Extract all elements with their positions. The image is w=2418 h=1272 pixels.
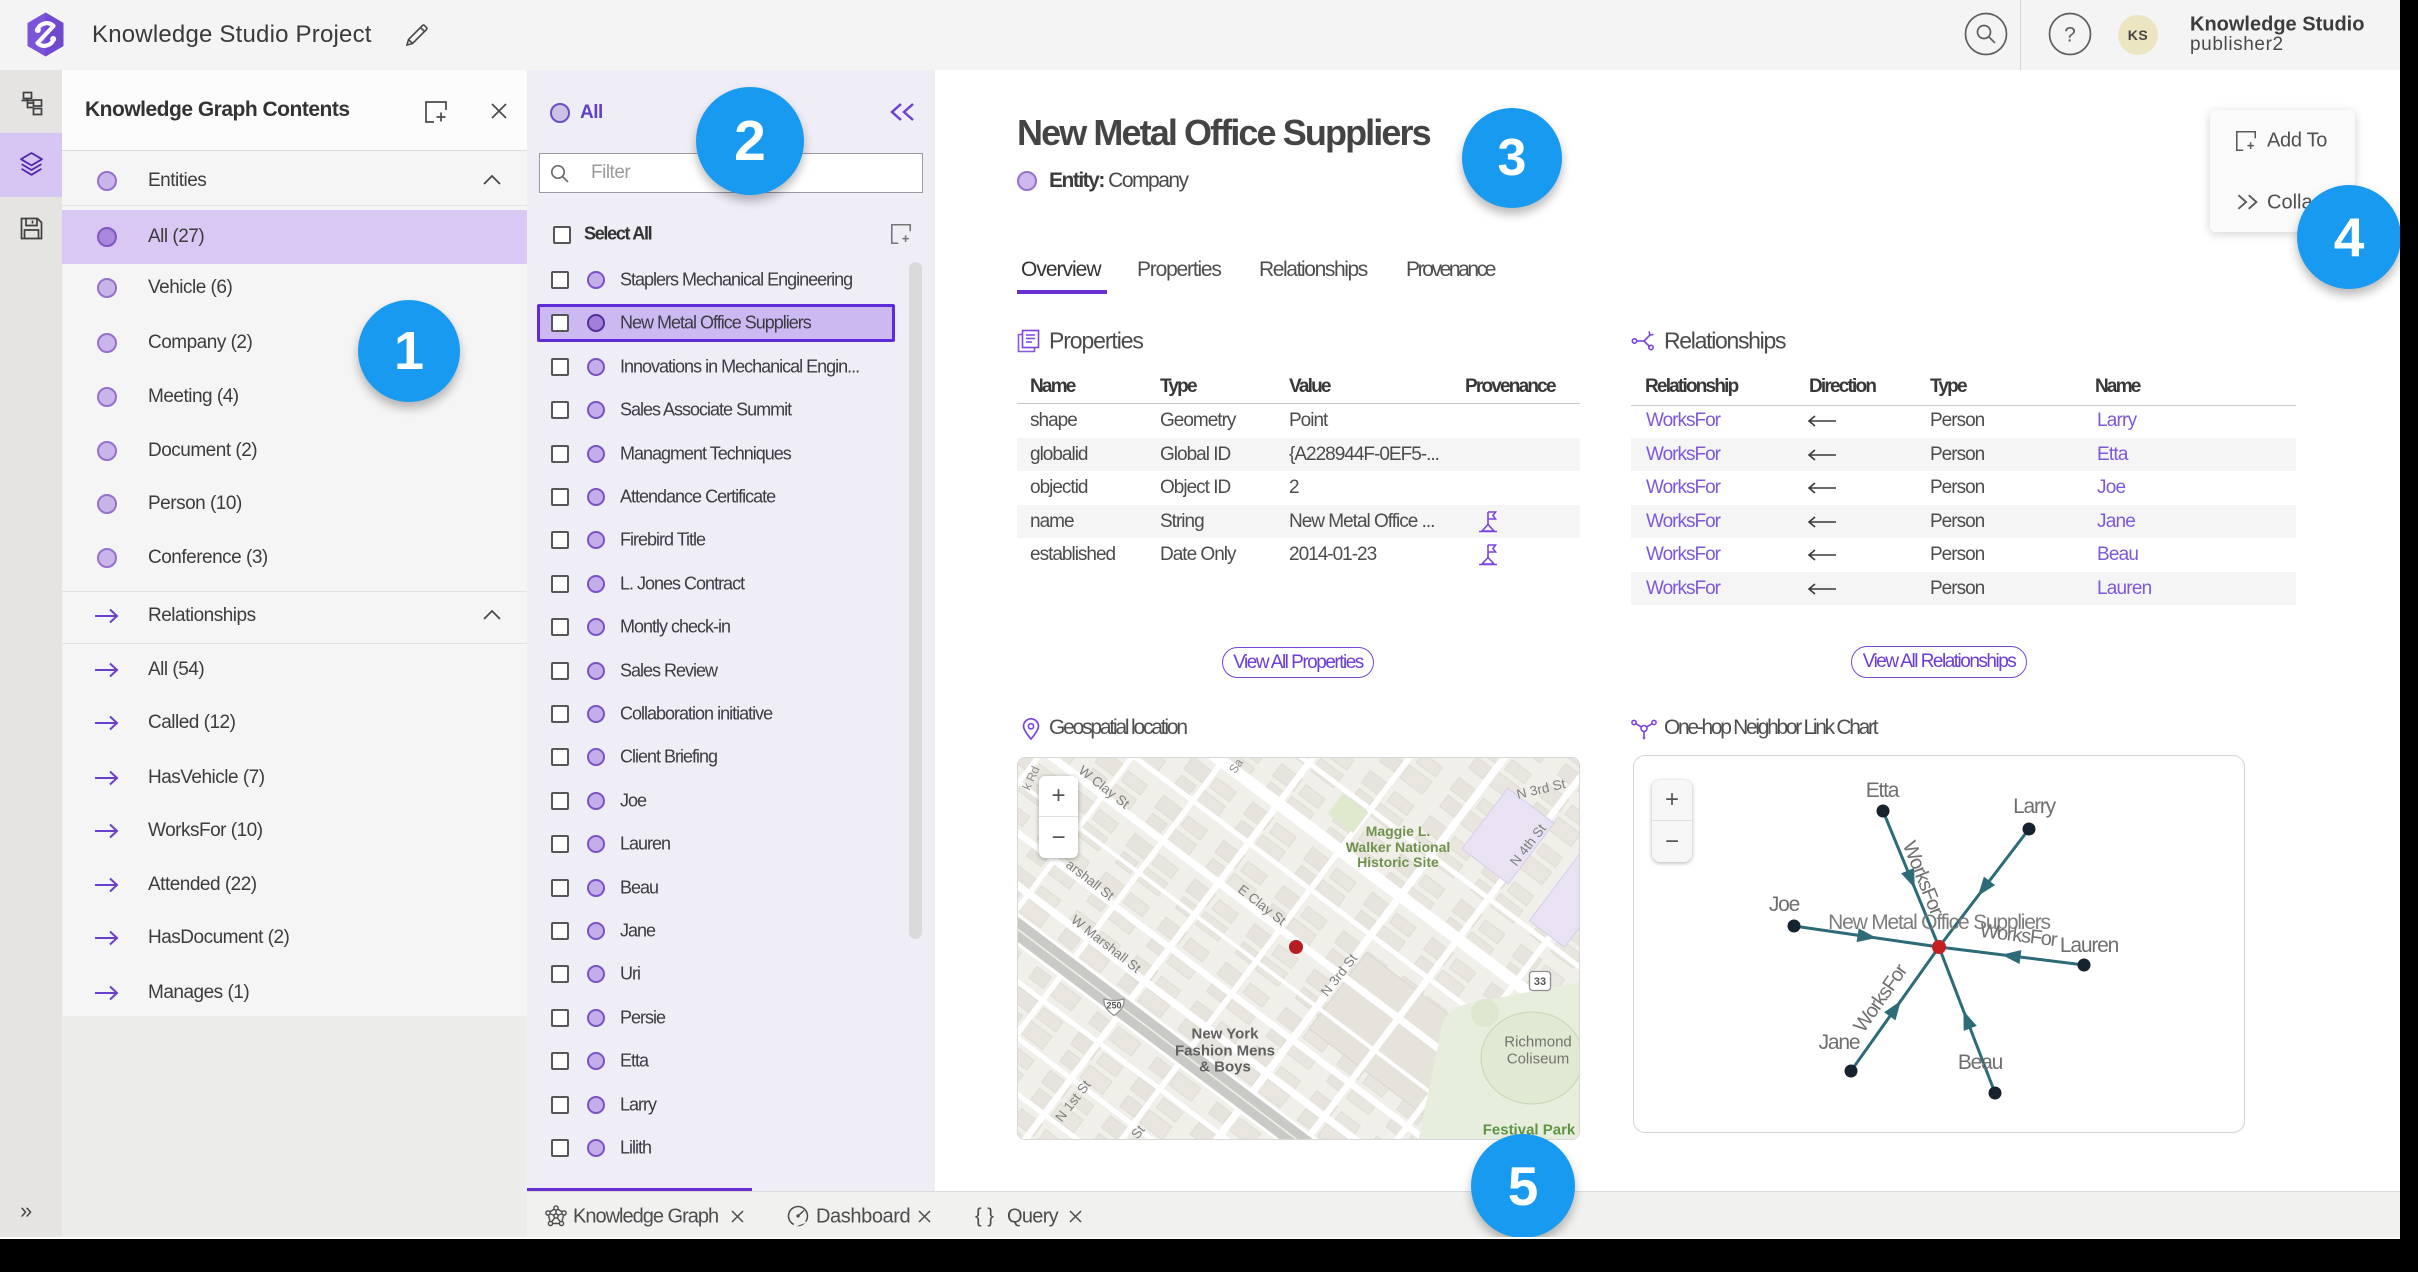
svg-text:250: 250 <box>1106 1001 1121 1011</box>
svg-text:33: 33 <box>1534 976 1546 988</box>
svg-text:?: ? <box>2064 24 2076 47</box>
